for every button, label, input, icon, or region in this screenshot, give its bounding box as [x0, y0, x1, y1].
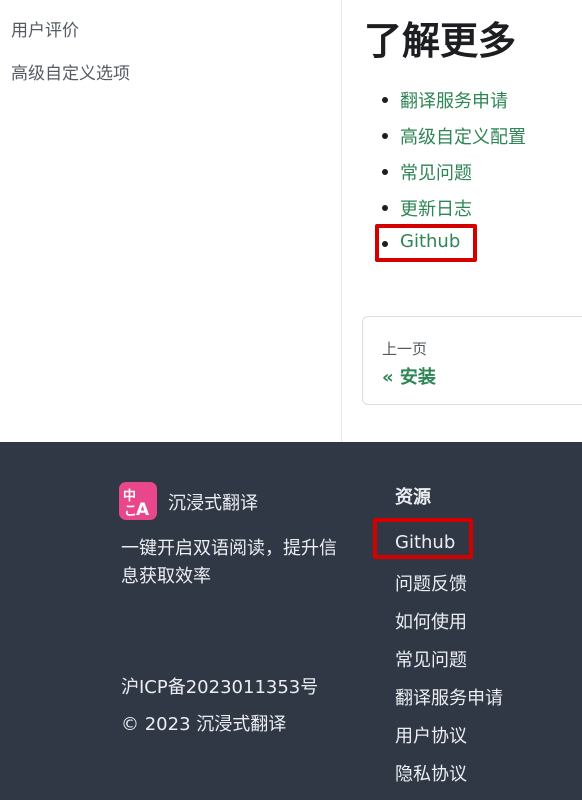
link-advanced-config[interactable]: 高级自定义配置	[400, 123, 526, 149]
sidebar: 用户评价 高级自定义选项	[0, 0, 342, 442]
pager-sublabel: 上一页	[382, 340, 428, 358]
svg-text:中: 中	[123, 488, 136, 504]
link-faq[interactable]: 常见问题	[400, 159, 472, 185]
bullet-icon	[382, 97, 388, 103]
footer-link-feedback[interactable]: 问题反馈	[395, 570, 467, 596]
footer-link-how-to-use[interactable]: 如何使用	[395, 608, 467, 634]
footer-link-faq[interactable]: 常见问题	[395, 646, 467, 672]
highlight-box	[375, 224, 477, 262]
bullet-icon	[382, 169, 388, 175]
svg-text:A: A	[136, 500, 150, 520]
footer-link-privacy-policy[interactable]: 隐私协议	[395, 760, 467, 786]
footer: 中 こ A 沉浸式翻译 一键开启双语阅读，提升信 息获取效率 沪ICP备2023…	[0, 442, 582, 800]
icp-license: 沪ICP备2023011353号	[121, 677, 319, 698]
prev-page-button[interactable]: 上一页 « 安装	[362, 316, 582, 405]
copyright: © 2023 沉浸式翻译	[121, 714, 287, 735]
sidebar-item-user-reviews[interactable]: 用户评价	[11, 16, 79, 41]
footer-link-translation-service[interactable]: 翻译服务申请	[395, 684, 503, 710]
link-changelog[interactable]: 更新日志	[400, 195, 472, 221]
brand-name: 沉浸式翻译	[168, 493, 258, 514]
tagline-line-2: 息获取效率	[121, 566, 211, 587]
link-translation-service[interactable]: 翻译服务申请	[400, 87, 508, 113]
doc-page: 用户评价 高级自定义选项 了解更多 翻译服务申请 高级自定义配置 常见问题 更新…	[0, 0, 582, 442]
pager-label: « 安装	[382, 367, 436, 388]
bullet-icon	[382, 133, 388, 139]
highlight-box	[373, 518, 473, 559]
footer-link-user-agreement[interactable]: 用户协议	[395, 722, 467, 748]
tagline-line-1: 一键开启双语阅读，提升信	[121, 538, 337, 559]
main-content: 了解更多 翻译服务申请 高级自定义配置 常见问题 更新日志 Github 上一页…	[343, 0, 582, 442]
bullet-icon	[382, 205, 388, 211]
translate-logo-icon: 中 こ A	[119, 482, 157, 520]
resources-title: 资源	[395, 487, 431, 508]
sidebar-item-advanced-options[interactable]: 高级自定义选项	[11, 59, 130, 84]
page-title: 了解更多	[364, 19, 517, 63]
